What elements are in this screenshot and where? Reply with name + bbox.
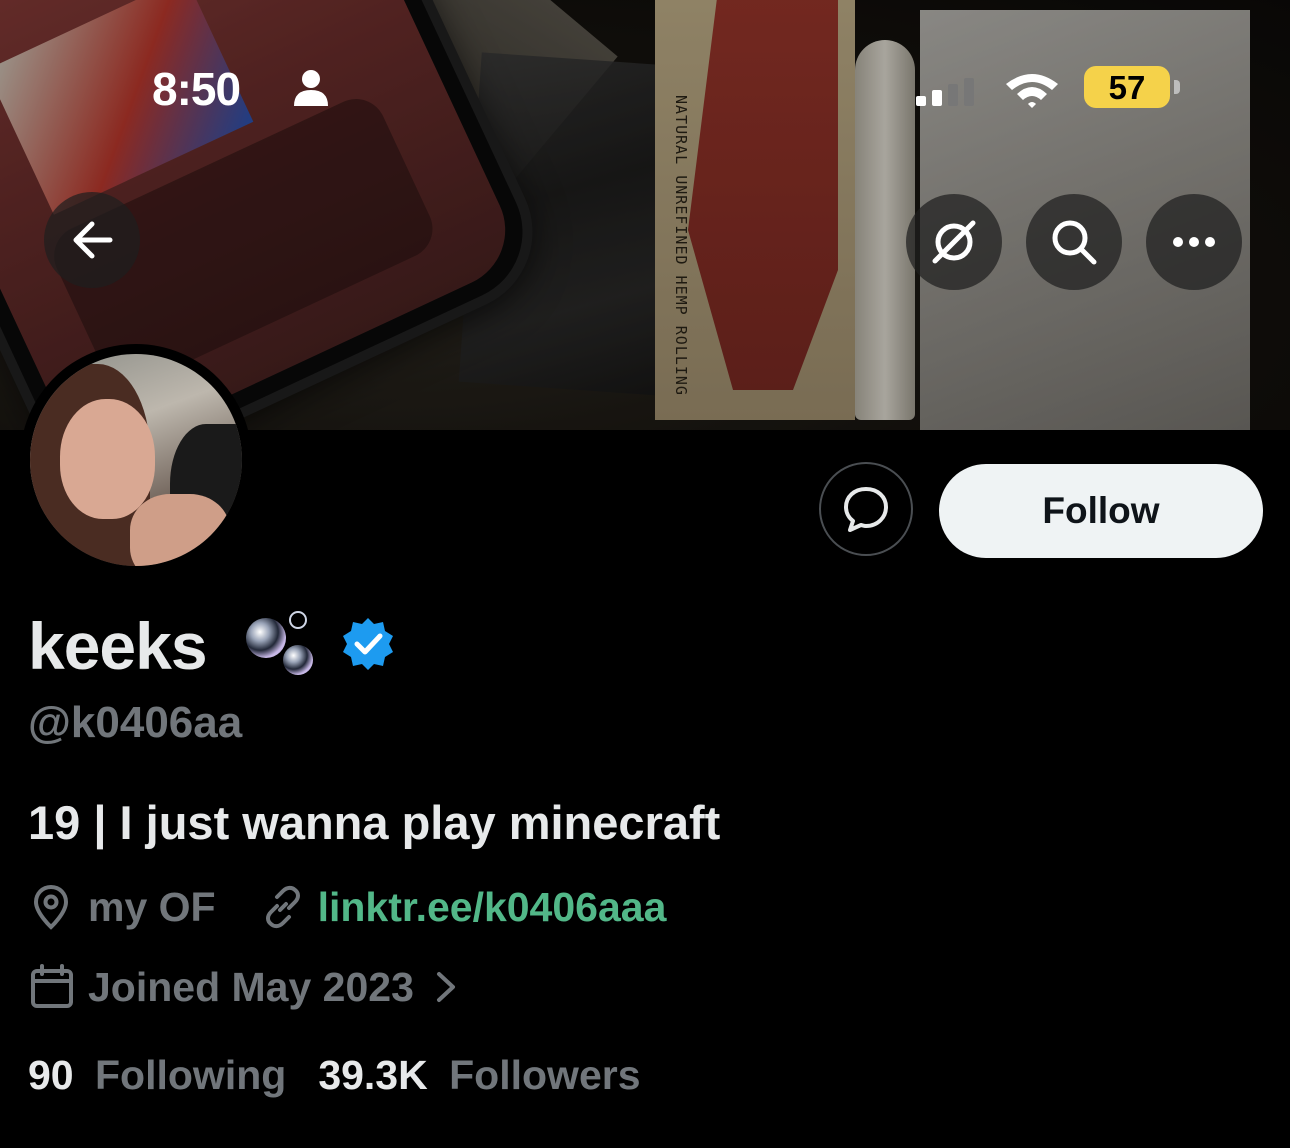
focus-person-icon	[294, 70, 328, 106]
message-button[interactable]	[819, 462, 913, 556]
following-stat[interactable]: 90 Following	[28, 1052, 286, 1099]
wifi-icon	[1006, 74, 1058, 108]
battery-indicator: 57	[1084, 66, 1170, 108]
profile-bio: 19 | I just wanna play minecraft	[28, 796, 721, 849]
calendar-icon	[31, 964, 73, 1008]
follow-button[interactable]: Follow	[939, 464, 1263, 558]
followers-count: 39.3K	[318, 1052, 428, 1098]
arrow-left-icon	[73, 221, 113, 259]
search-button[interactable]	[1026, 194, 1122, 290]
profile-location: my OF	[88, 883, 216, 930]
chevron-right-icon	[436, 972, 455, 1002]
following-label: Following	[95, 1052, 287, 1098]
profile-meta-row: my OF linktr.ee/k0406aaa	[28, 882, 666, 932]
username-handle: @k0406aa	[28, 698, 243, 747]
more-button[interactable]	[1146, 194, 1242, 290]
bubbles-emoji-icon	[246, 611, 313, 675]
following-count: 90	[28, 1052, 74, 1098]
avatar-image	[30, 354, 242, 566]
message-icon	[844, 487, 888, 532]
more-icon	[1173, 237, 1215, 247]
battery-level: 57	[1108, 69, 1146, 106]
followers-label: Followers	[449, 1052, 641, 1098]
cellular-signal-icon	[916, 78, 974, 106]
back-button[interactable]	[44, 192, 140, 288]
verified-badge-icon	[343, 618, 393, 670]
followers-stat[interactable]: 39.3K Followers	[318, 1052, 640, 1099]
profile-stats: 90 Following 39.3K Followers	[28, 1052, 641, 1099]
location-pin-icon	[33, 884, 69, 930]
grok-button[interactable]	[906, 194, 1002, 290]
status-time: 8:50	[152, 63, 241, 115]
search-icon	[1052, 220, 1097, 265]
display-name: keeks	[28, 609, 208, 683]
avatar[interactable]	[20, 344, 252, 576]
profile-joined-date: Joined May 2023	[88, 963, 414, 1010]
profile-website-link[interactable]: linktr.ee/k0406aaa	[318, 884, 667, 931]
link-icon	[265, 885, 300, 929]
grok-icon	[932, 220, 976, 264]
profile-joined-row[interactable]: Joined May 2023	[28, 962, 458, 1012]
